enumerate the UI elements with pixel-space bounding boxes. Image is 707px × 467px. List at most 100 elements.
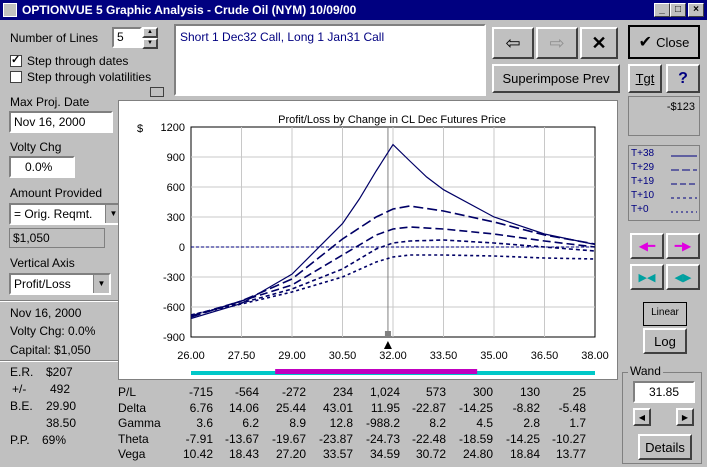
vertical-axis-select[interactable]: Profit/Loss ▼ — [9, 273, 111, 295]
table-cell: 8.9 — [289, 416, 306, 430]
table-cell: -988.2 — [365, 416, 400, 430]
pan-right-button[interactable]: ━▶ — [666, 233, 700, 259]
table-cell: -14.25 — [458, 400, 493, 415]
arrow-left-icon: ◀━ — [638, 239, 656, 253]
amount-value-text: $1,050 — [13, 231, 50, 245]
x-tick-label: 35.00 — [480, 350, 508, 362]
y-tick-label: -300 — [163, 272, 185, 284]
x-tick-label: 36.50 — [531, 350, 559, 362]
table-cell: 27.20 — [275, 447, 306, 461]
wand-input[interactable]: 31.85 — [633, 381, 695, 403]
strategy-box[interactable]: Short 1 Dec32 Call, Long 1 Jan31 Call — [174, 24, 486, 96]
num-lines-label: Number of Lines — [10, 31, 99, 45]
linear-button[interactable]: Linear — [643, 302, 687, 326]
num-lines-field[interactable]: 5 — [112, 27, 142, 48]
superimpose-button[interactable]: Superimpose Prev — [492, 64, 620, 93]
num-lines-down-button[interactable]: ▼ — [142, 38, 158, 49]
table-cell: 4.5 — [476, 416, 493, 430]
amount-value: $1,050 — [9, 228, 105, 248]
table-cell: 8.2 — [429, 416, 446, 430]
window-title: OPTIONVUE 5 Graphic Analysis - Crude Oil… — [22, 3, 357, 17]
legend-swatch — [671, 155, 697, 157]
close-button[interactable]: ✔ Close — [628, 25, 700, 59]
zoom-in-button[interactable]: ▶◀ — [630, 264, 664, 290]
table-cell: 33.57 — [322, 447, 353, 461]
table-cell: 6.2 — [242, 416, 259, 430]
zoom-out-button[interactable]: ◀▶ — [666, 264, 700, 290]
table-cell: 300 — [472, 385, 493, 399]
expand-icon: ◀▶ — [674, 271, 692, 284]
maximize-button[interactable]: □ — [670, 3, 686, 17]
table-cell: 18.84 — [509, 447, 540, 461]
forward-button[interactable]: ⇨ — [536, 27, 578, 59]
triangle-left-icon: ◀ — [638, 412, 646, 422]
log-label: Log — [654, 333, 676, 349]
amount-select[interactable]: = Orig. Reqmt. ▼ — [9, 203, 123, 225]
table-cell: -8.82 — [512, 400, 540, 415]
table-cell: -564 — [234, 385, 259, 399]
max-date-value: Nov 16, 2000 — [14, 115, 86, 129]
step-dates-checkbox[interactable]: ✓ — [10, 54, 22, 67]
y-tick-label: 900 — [167, 152, 185, 164]
close-label: Close — [656, 34, 690, 50]
wand-label: Wand — [628, 364, 663, 378]
table-row: Delta 6.76 14.06 25.44 43.01 11.95 -22.87 -14.2… — [0, 401, 615, 416]
delete-button[interactable]: ✕ — [580, 27, 618, 59]
table-cell: -5.48 — [558, 400, 586, 415]
table-cell: 24.80 — [462, 447, 493, 461]
chart-panel[interactable]: Profit/Loss by Change in CL Dec Futures … — [118, 100, 618, 380]
y-tick-label: 300 — [167, 212, 185, 224]
pan-left-button[interactable]: ◀━ — [630, 233, 664, 259]
table-cell: -23.87 — [318, 431, 353, 446]
y-axis-label: $ — [137, 123, 143, 135]
help-button[interactable]: ? — [666, 64, 700, 93]
amount-label: Amount Provided — [10, 186, 103, 200]
table-row: Gamma 3.6 6.2 8.9 12.8 -988.2 8.2 4.5 2.8 1.7 — [0, 416, 615, 431]
step-vols-label: Step through volatilities — [27, 70, 152, 84]
volty-input[interactable]: 0.0% — [9, 156, 75, 178]
details-button[interactable]: Details — [638, 434, 692, 460]
table-cell: 6.76 — [189, 400, 213, 415]
legend-item: T+0 — [631, 204, 697, 218]
table-cell: -24.73 — [365, 431, 400, 446]
amount-select-value: = Orig. Reqmt. — [14, 207, 93, 221]
window-close-button[interactable]: × — [688, 3, 704, 17]
tgt-button[interactable]: Tgt — [628, 64, 662, 93]
er-value: $207 — [46, 365, 73, 379]
table-cell: 43.01 — [322, 400, 353, 415]
vertical-axis-value: Profit/Loss — [14, 277, 71, 291]
table-cell: -19.67 — [271, 431, 306, 446]
step-vols-checkbox[interactable] — [10, 71, 22, 83]
info-date: Nov 16, 2000 — [10, 306, 82, 320]
y-tick-label: -600 — [163, 302, 185, 314]
compress-icon: ▶◀ — [638, 271, 656, 284]
table-cell: -7.91 — [185, 431, 213, 446]
table-cell: 25.44 — [275, 400, 306, 415]
legend-swatch — [671, 211, 697, 213]
table-cell: -13.67 — [224, 431, 259, 446]
wand-right-button[interactable]: ▶ — [676, 408, 694, 426]
wand-left-button[interactable]: ◀ — [633, 408, 651, 426]
num-lines-up-button[interactable]: ▲ — [142, 27, 158, 38]
dropdown-arrow-icon[interactable]: ▼ — [93, 275, 109, 293]
back-button[interactable]: ⇦ — [492, 27, 534, 59]
table-cell: -715 — [188, 385, 213, 399]
legend-item: T+10 — [631, 190, 697, 204]
legend-label: T+29 — [631, 162, 655, 173]
table-cell: 573 — [425, 385, 446, 399]
legend-item: T+19 — [631, 176, 697, 190]
minimize-button[interactable]: _ — [654, 3, 670, 17]
y-tick-label: 600 — [167, 182, 185, 194]
arrow-right-icon: ━▶ — [674, 239, 692, 253]
x-tick-label: 30.50 — [329, 350, 357, 362]
table-cell: 18.43 — [228, 447, 259, 461]
table-cell: 25 — [572, 385, 586, 399]
table-cell: 1.7 — [569, 416, 586, 430]
strategy-text: Short 1 Dec32 Call, Long 1 Jan31 Call — [180, 30, 385, 44]
log-button[interactable]: Log — [643, 328, 687, 354]
handle-icon[interactable] — [150, 87, 164, 97]
legend: T+38 T+29 T+19 T+10 T+0 — [628, 145, 700, 221]
max-date-input[interactable]: Nov 16, 2000 — [9, 111, 113, 133]
app-icon — [3, 3, 17, 17]
x-tick-label: 27.50 — [228, 350, 256, 362]
